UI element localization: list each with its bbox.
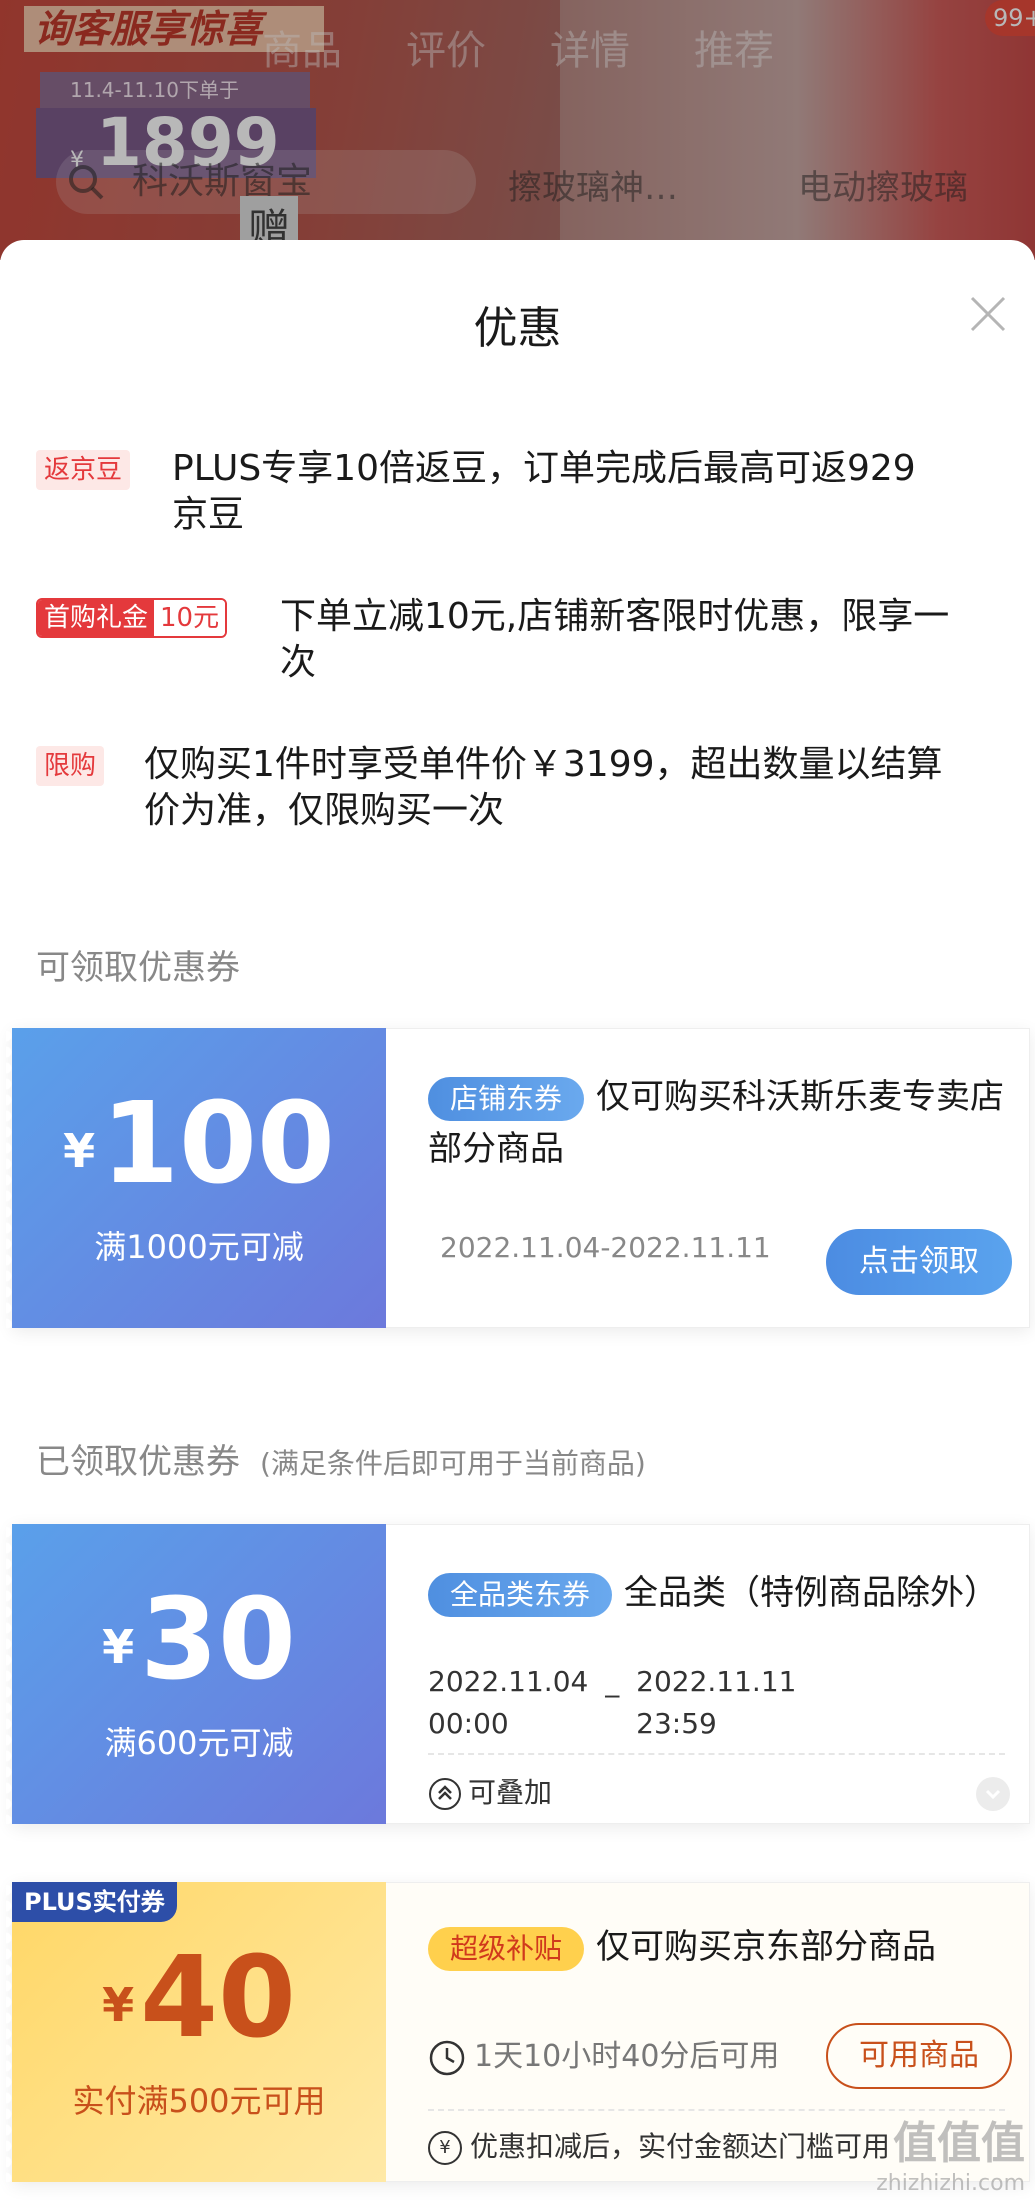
coupon-countdown: 1天10小时40分后可用 — [428, 2031, 779, 2077]
available-coupons-title: 可领取优惠券 — [36, 948, 240, 988]
coupon-info-panel: 全品类东券 全品类（特例商品除外） 2022.11.04 00:00 _ 2022.… — [386, 1524, 1030, 1824]
coupon-type-tag: 店铺东券 — [428, 1076, 585, 1121]
promo-row-jingdou: 返京豆 PLUS专享10倍返豆，订单完成后最高可返929 京豆 — [36, 446, 1005, 546]
available-coupon-card: ¥100 满1000元可减 店铺东券 仅可购买科沃斯乐麦专卖店部分商品 2022.… — [6, 1028, 1030, 1328]
coupon-type-tag: 全品类东券 — [428, 1572, 613, 1617]
countdown-text: 1天10小时40分后可用 — [474, 2039, 780, 2074]
coupon-amount-value: 30 — [140, 1575, 296, 1705]
coupon-amount-value: 100 — [101, 1079, 335, 1209]
coupon-value-panel: ¥100 满1000元可减 — [6, 1028, 386, 1328]
currency-symbol: ¥ — [102, 1620, 135, 1675]
stackable-text: 可叠加 — [468, 1776, 553, 1809]
watermark-site: zhizhizhi.com — [876, 2171, 1025, 2196]
yuan-icon: ¥ — [428, 2131, 462, 2165]
clock-icon — [429, 2040, 465, 2075]
expand-chevron-icon[interactable] — [976, 1777, 1010, 1811]
coupon-end-time: 23:59 — [636, 1707, 717, 1740]
coupon-end-date: 2022.11.11 — [636, 1665, 797, 1698]
date-separator: _ — [605, 1665, 620, 1698]
coupon-note: ¥ 优惠扣减后，实付金额达门槛可用 — [428, 2125, 890, 2165]
coupon-validity: 2022.11.04 00:00 _ 2022.11.11 23:59 — [428, 1661, 796, 1745]
stackable-label: 可叠加 — [428, 1771, 552, 1811]
coupon-start-time: 00:00 — [428, 1707, 509, 1740]
background-product-page: 询客服享惊喜 11.4-11.10下单于 1899 ¥ 商品 评价 详情 推荐 … — [0, 0, 1035, 260]
coupon-title: 店铺东券 仅可购买科沃斯乐麦专卖店部分商品 — [428, 1071, 1008, 1175]
currency-symbol: ¥ — [102, 1978, 135, 2033]
coupon-title: 全品类东券 全品类（特例商品除外） — [428, 1567, 1008, 1619]
coupon-note-text: 优惠扣减后，实付金额达门槛可用 — [470, 2130, 891, 2163]
coupon-end: 2022.11.11 23:59 — [636, 1661, 796, 1745]
plus-badge: PLUS实付券 — [12, 1882, 177, 1922]
promo-row-limit: 限购 仅购买1件时享受单件价￥3199，超出数量以结算 价为准，仅限购买一次 — [36, 742, 1005, 842]
coupon-amount-value: 40 — [140, 1933, 296, 2063]
coupon-title-text: 全品类（特例商品除外） — [624, 1573, 999, 1613]
watermark-logo: 值值值 — [893, 2118, 1025, 2169]
chevron-down-icon — [985, 1789, 1001, 1800]
promo-text-line: 仅购买1件时享受单件价￥3199，超出数量以结算 — [144, 744, 943, 785]
promo-text: 仅购买1件时享受单件价￥3199，超出数量以结算 价为准，仅限购买一次 — [144, 742, 943, 834]
currency-symbol: ¥ — [63, 1124, 96, 1179]
coupon-condition: 满600元可减 — [104, 1724, 294, 1762]
eligible-goods-button[interactable]: 可用商品 — [826, 2023, 1012, 2089]
promo-tag-gift-label: 首购礼金 — [38, 600, 155, 636]
coupon-amount: ¥100 — [12, 1084, 386, 1211]
coupon-title-text: 仅可购买京东部分商品 — [596, 1927, 937, 1967]
coupon-start-date: 2022.11.04 — [428, 1665, 589, 1698]
coupon-value-panel: PLUS实付券 ¥40 实付满500元可用 — [6, 1882, 386, 2182]
promo-text-line: 价为准，仅限购买一次 — [144, 790, 505, 831]
stack-icon — [429, 1778, 461, 1810]
divider — [428, 1753, 1005, 1755]
discount-sheet: 优惠 返京豆 PLUS专享10倍返豆，订单完成后最高可返929 京豆 首购礼金 … — [0, 240, 1035, 2202]
coupon-condition: 满1000元可减 — [94, 1228, 304, 1266]
promo-text: PLUS专享10倍返豆，订单完成后最高可返929 京豆 — [172, 446, 916, 538]
claim-coupon-button[interactable]: 点击领取 — [826, 1229, 1012, 1295]
promo-text-line: 京豆 — [172, 494, 245, 535]
sheet-title: 优惠 — [473, 303, 562, 354]
promo-text-line: PLUS专享10倍返豆，订单完成后最高可返929 — [172, 448, 916, 489]
promo-text-line: 下单立减10元,店铺新客限时优惠，限享一 — [280, 596, 950, 637]
claimed-coupons-title-text: 已领取优惠券 — [36, 1442, 240, 1482]
close-icon[interactable] — [966, 292, 1010, 336]
promo-row-first-purchase: 首购礼金 10元 下单立减10元,店铺新客限时优惠，限享一 次 — [36, 594, 1005, 694]
promo-text-line: 次 — [280, 642, 317, 683]
coupon-amount: ¥40 — [12, 1938, 386, 2065]
promo-text: 下单立减10元,店铺新客限时优惠，限享一 次 — [280, 594, 949, 686]
coupon-info-panel: 店铺东券 仅可购买科沃斯乐麦专卖店部分商品 2022.11.04-2022.11.… — [386, 1028, 1030, 1328]
overlay-dim[interactable] — [0, 0, 1035, 260]
coupon-type-tag: 超级补贴 — [428, 1926, 585, 1971]
promo-tag-gift: 首购礼金 10元 — [36, 598, 228, 638]
claimed-coupon-card: ¥30 满600元可减 全品类东券 全品类（特例商品除外） 2022.11.04 0… — [6, 1524, 1030, 1824]
promo-tag: 限购 — [36, 746, 105, 786]
coupon-value-panel: ¥30 满600元可减 — [6, 1524, 386, 1824]
coupon-title: 超级补贴 仅可购买京东部分商品 — [428, 1921, 1008, 1973]
coupon-condition: 实付满500元可用 — [72, 2082, 326, 2120]
coupon-start: 2022.11.04 00:00 — [428, 1661, 588, 1745]
claimed-coupons-subtitle: (满足条件后即可用于当前商品) — [260, 1447, 646, 1480]
coupon-amount: ¥30 — [12, 1580, 386, 1707]
promo-tag-gift-amount: 10元 — [154, 600, 226, 636]
promo-tag: 返京豆 — [36, 450, 131, 490]
claimed-coupons-title: 已领取优惠券 (满足条件后即可用于当前商品) — [36, 1434, 646, 1483]
watermark: 值值值 zhizhizhi.com — [876, 2107, 1025, 2196]
coupon-validity: 2022.11.04-2022.11.11 — [440, 1231, 771, 1264]
